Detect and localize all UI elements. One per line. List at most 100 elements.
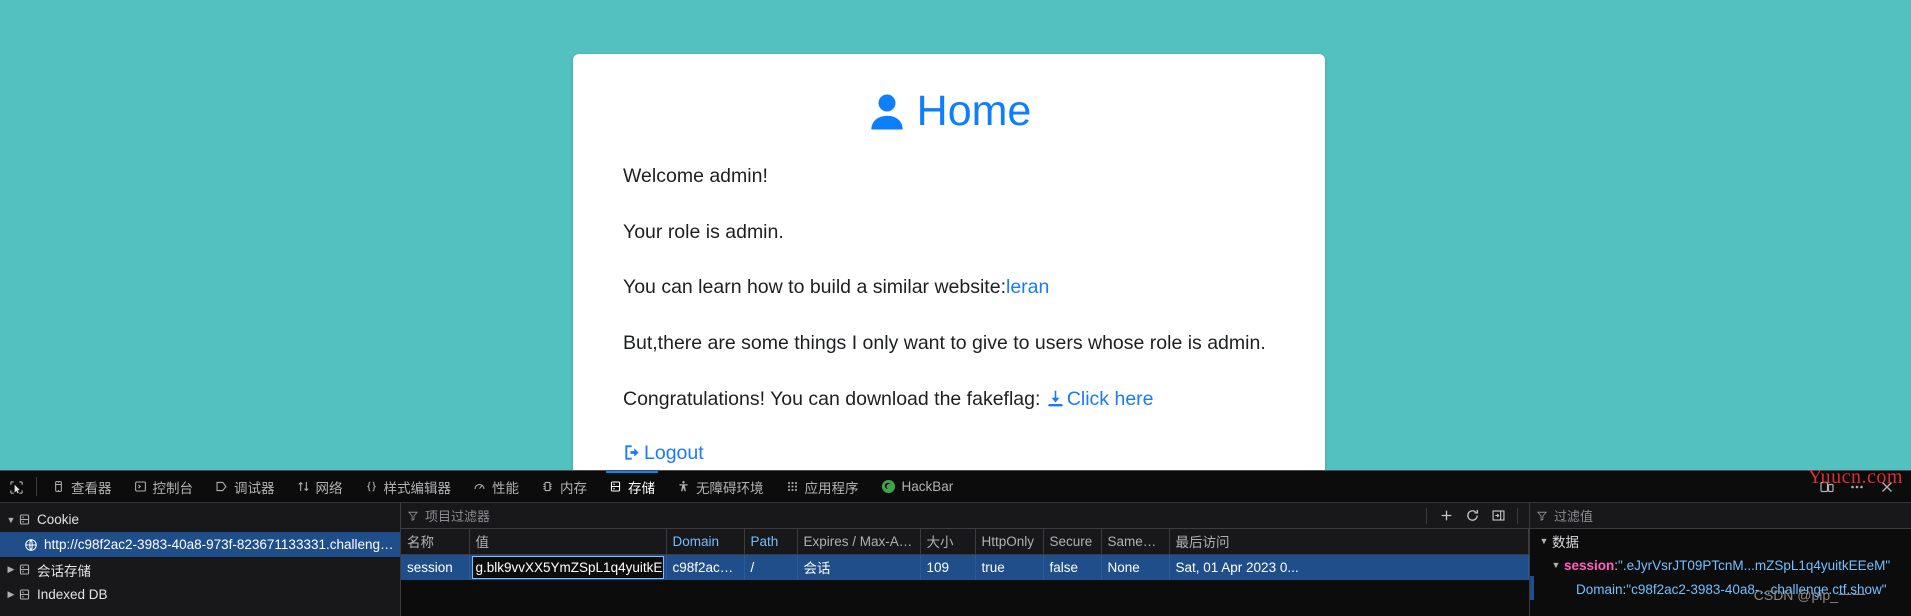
item-filter-placeholder[interactable]: 项目过滤器 <box>425 506 1421 525</box>
chevron-down-icon[interactable]: ▼ <box>1536 536 1552 546</box>
chevron-right-icon[interactable]: ▶ <box>4 564 18 575</box>
devtools-toolbar-right <box>1813 471 1911 502</box>
chevron-right-icon[interactable]: ▶ <box>4 589 18 600</box>
logout-link[interactable]: Logout <box>644 442 704 464</box>
tab-application[interactable]: 应用程序 <box>775 471 870 502</box>
tab-storage[interactable]: 存储 <box>598 471 666 502</box>
filter-icon <box>1536 510 1548 522</box>
fakeflag-line: Congratulations! You can download the fa… <box>623 384 1275 419</box>
storage-panel: ▼ Cookie http://c98f2ac2-3983-40a8-973f-… <box>0 503 1911 616</box>
welcome-text: Welcome admin! <box>623 165 768 188</box>
cell-expires[interactable]: 会话 <box>797 554 921 580</box>
storage-table-pane: 项目过滤器 名称 值 Domain Path Expires / Max-Age… <box>401 503 1530 616</box>
add-item-button[interactable] <box>1434 505 1458 527</box>
storage-detail-sidebar: 过滤值 ▼ 数据 ▼ session: ".eJyrVsrJT09PTcnM...… <box>1530 503 1911 616</box>
tab-network[interactable]: 网络 <box>286 471 354 502</box>
tab-hackbar[interactable]: HackBar <box>870 471 965 502</box>
element-picker-icon[interactable] <box>0 471 32 503</box>
tab-accessibility-label: 无障碍环境 <box>696 480 764 496</box>
memory-icon <box>541 480 554 493</box>
storage-type-icon <box>18 563 31 576</box>
accessibility-icon <box>677 480 690 493</box>
table-row[interactable]: session g.blk9vvXX5YmZSpL1q4yuitkEEeM c9… <box>401 554 1529 580</box>
tab-console[interactable]: 控制台 <box>123 471 205 502</box>
cell-size[interactable]: 109 <box>920 554 976 580</box>
detail-row-session[interactable]: ▼ session: ".eJyrVsrJT09PTcnM...mZSpL1q4y… <box>1530 553 1911 577</box>
detail-row-domain[interactable]: Domain: "c98f2ac2-3983-40a8-...challenge.… <box>1530 577 1911 601</box>
value-filter-placeholder[interactable]: 过滤值 <box>1554 506 1905 525</box>
col-size[interactable]: 大小 <box>920 529 976 555</box>
tree-item-cookie-label: Cookie <box>37 512 80 527</box>
tree-item-cookie-origin[interactable]: http://c98f2ac2-3983-40a8-973f-823671133… <box>0 532 400 557</box>
cell-value-editor[interactable]: g.blk9vvXX5YmZSpL1q4yuitkEEeM <box>471 555 664 579</box>
person-icon <box>867 91 907 133</box>
col-expires[interactable]: Expires / Max-Age <box>797 529 921 555</box>
col-value[interactable]: 值 <box>469 529 667 555</box>
devtools-toolbar: 查看器 控制台 调试器 网络 样式编辑器 性能 内存 存储 无障碍环境 应用程序… <box>0 471 1911 503</box>
tree-item-indexed-db[interactable]: ▶ Indexed DB <box>0 582 400 607</box>
tab-console-label: 控制台 <box>152 480 194 496</box>
refresh-button[interactable] <box>1460 505 1484 527</box>
leran-link[interactable]: leran <box>1006 276 1049 298</box>
admin-notice: But,there are some things I only want to… <box>623 332 1266 355</box>
click-here-link[interactable]: Click here <box>1067 388 1154 410</box>
tab-application-label: 应用程序 <box>804 480 859 496</box>
responsive-design-mode-icon[interactable] <box>1813 473 1841 501</box>
col-last-accessed[interactable]: 最后访问 <box>1169 529 1529 555</box>
detail-root-label: 数据 <box>1552 535 1579 550</box>
tab-network-label: 网络 <box>315 480 343 496</box>
sidebar-toggle-button[interactable] <box>1486 505 1510 527</box>
col-name[interactable]: 名称 <box>401 529 470 555</box>
tab-memory[interactable]: 内存 <box>530 471 598 502</box>
inspector-icon <box>52 480 65 493</box>
globe-icon <box>24 538 38 552</box>
col-httponly[interactable]: HttpOnly <box>975 529 1044 555</box>
toolbar-divider <box>1426 507 1427 524</box>
col-samesite[interactable]: SameSite <box>1101 529 1170 555</box>
tab-accessibility[interactable]: 无障碍环境 <box>666 471 775 502</box>
cell-httponly[interactable]: true <box>975 554 1044 580</box>
col-path[interactable]: Path <box>744 529 798 555</box>
col-domain[interactable]: Domain <box>666 529 745 555</box>
tab-performance[interactable]: 性能 <box>462 471 530 502</box>
col-secure[interactable]: Secure <box>1043 529 1102 555</box>
chevron-down-icon[interactable]: ▼ <box>1548 560 1564 570</box>
cell-secure[interactable]: false <box>1043 554 1102 580</box>
tab-inspector-label: 查看器 <box>71 480 112 496</box>
value-filter-bar: 过滤值 <box>1530 503 1911 529</box>
storage-type-icon <box>18 588 31 601</box>
tree-item-indexed-db-label: Indexed DB <box>37 587 108 602</box>
debugger-icon <box>215 480 228 493</box>
tab-debugger[interactable]: 调试器 <box>204 471 286 502</box>
cell-value[interactable]: g.blk9vvXX5YmZSpL1q4yuitkEEeM <box>469 554 667 580</box>
screen: Home Welcome admin! Your role is admin. … <box>0 0 1911 616</box>
table-header-row: 名称 值 Domain Path Expires / Max-Age 大小 Ht… <box>401 529 1529 555</box>
tab-performance-label: 性能 <box>492 480 519 496</box>
close-icon[interactable] <box>1873 473 1901 501</box>
tree-item-cookie[interactable]: ▼ Cookie <box>0 507 400 532</box>
performance-icon <box>473 480 486 493</box>
cell-samesite[interactable]: None <box>1101 554 1170 580</box>
detail-root-row[interactable]: ▼ 数据 <box>1530 529 1911 553</box>
tab-inspector[interactable]: 查看器 <box>41 471 123 502</box>
filter-icon <box>407 510 419 522</box>
page-title-text: Home <box>916 87 1032 135</box>
console-icon <box>134 480 147 493</box>
style-editor-icon <box>365 480 378 493</box>
storage-icon <box>609 480 622 493</box>
toolbar-divider <box>1517 507 1518 524</box>
selection-indicator <box>1530 576 1534 600</box>
toolbar-divider <box>36 477 37 496</box>
tab-storage-label: 存储 <box>628 480 655 496</box>
tab-memory-label: 内存 <box>560 480 587 496</box>
tree-item-session-storage[interactable]: ▶ 会话存储 <box>0 557 400 582</box>
cell-path[interactable]: / <box>744 554 798 580</box>
tab-style-editor[interactable]: 样式编辑器 <box>354 471 463 502</box>
cell-last-accessed[interactable]: Sat, 01 Apr 2023 0... <box>1169 554 1529 580</box>
chevron-down-icon[interactable]: ▼ <box>4 515 18 525</box>
more-options-icon[interactable] <box>1843 473 1871 501</box>
storage-type-icon <box>18 513 31 526</box>
cell-name[interactable]: session <box>401 554 470 580</box>
card-body: Welcome admin! Your role is admin. You c… <box>601 161 1297 467</box>
cell-domain[interactable]: c98f2ac2-3... <box>666 554 745 580</box>
